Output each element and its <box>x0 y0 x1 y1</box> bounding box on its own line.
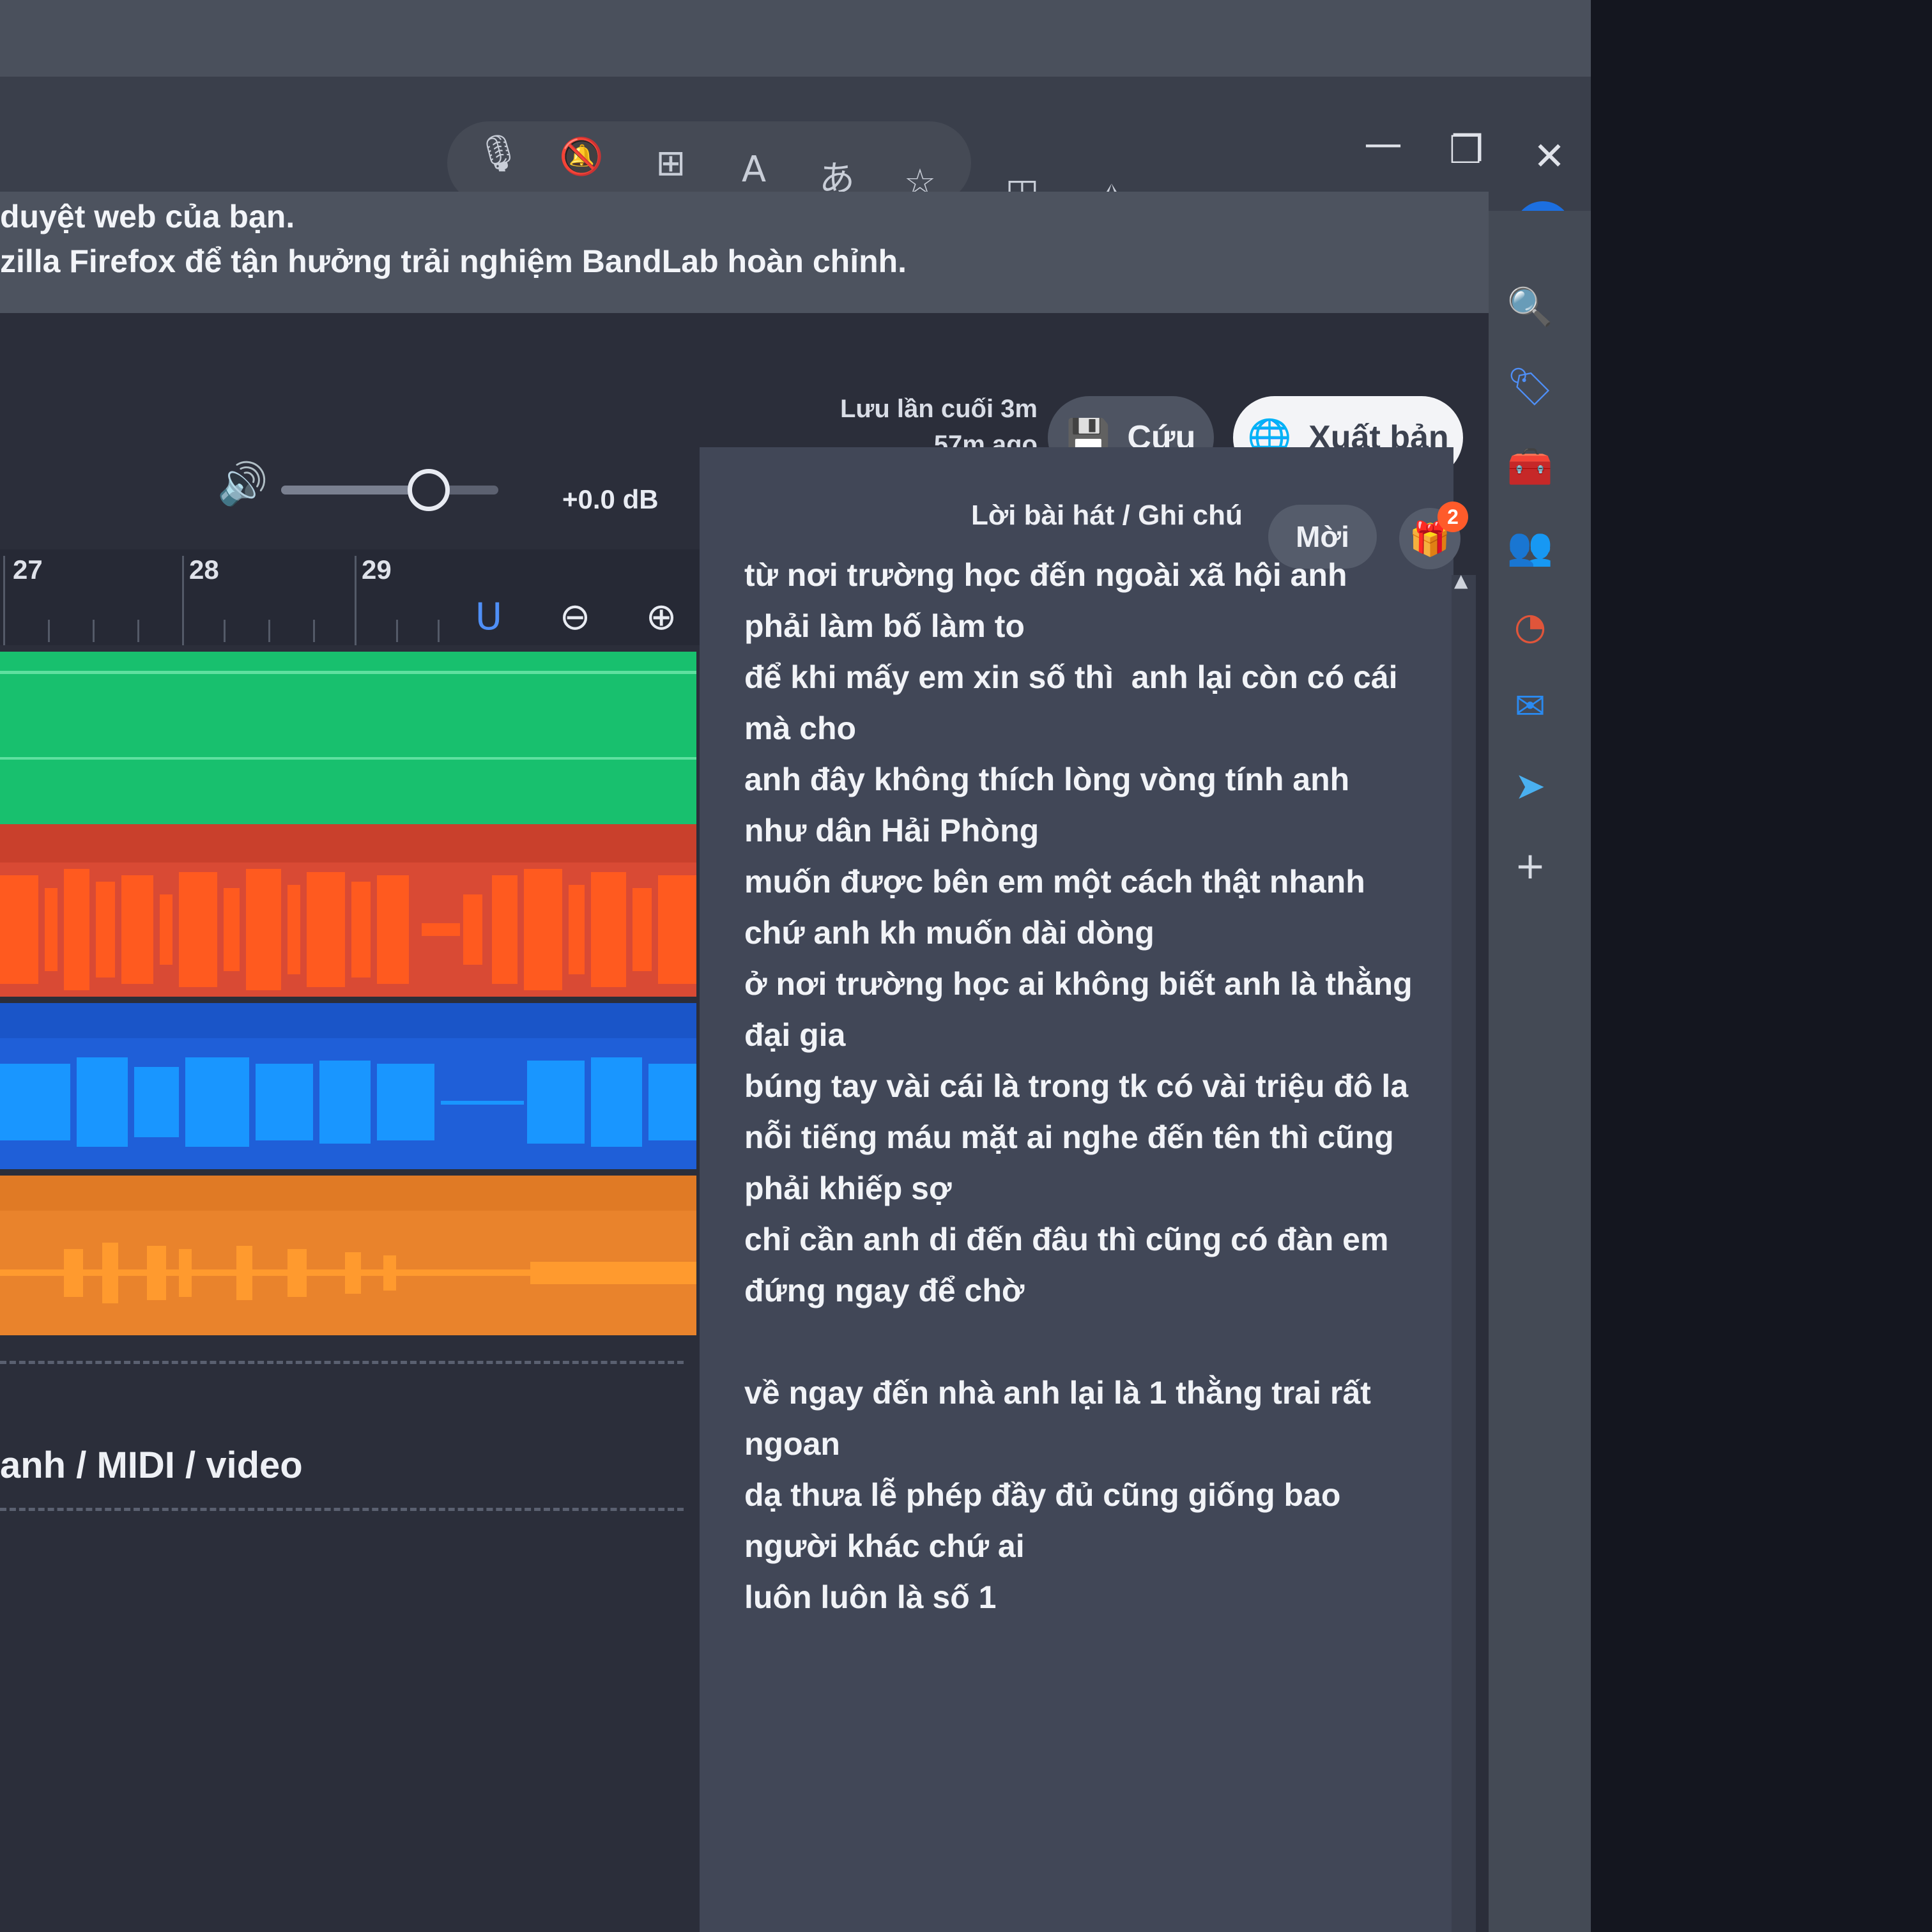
lyric-line: để khi mấy em xin số thì anh lại còn có … <box>744 659 1398 695</box>
lyric-line: phải làm bố làm to <box>744 608 1025 644</box>
orange-track[interactable] <box>0 1176 696 1335</box>
ruler-tick <box>48 620 50 642</box>
zoom-in-icon[interactable]: ⊕ <box>629 585 693 648</box>
outlook-icon[interactable]: ✉ <box>1498 674 1562 738</box>
lyric-line: chứ anh kh muốn dài dòng <box>744 915 1154 951</box>
blue-track[interactable] <box>0 1003 696 1169</box>
green-track-header-line <box>0 671 696 674</box>
red-track-waveform <box>0 869 696 990</box>
green-track[interactable] <box>0 652 696 824</box>
lyric-line: về ngay đến nhà anh lại là 1 thằng trai … <box>744 1375 1371 1411</box>
ruler-tick <box>93 620 95 642</box>
ruler-bar-line <box>3 556 5 645</box>
lyric-line: chỉ cần anh di đến đâu thì cũng có đàn e… <box>744 1222 1389 1257</box>
minimize-button[interactable]: — <box>1354 115 1412 172</box>
tools-icon[interactable]: 🧰 <box>1498 434 1562 498</box>
search-icon[interactable]: 🔍 <box>1498 275 1562 339</box>
people-icon[interactable]: 👥 <box>1498 514 1562 578</box>
drop-zone-label[interactable]: anh / MIDI / video <box>0 1444 303 1487</box>
last-saved-line-1: Lưu lần cuối 3m <box>839 395 1038 423</box>
office-icon[interactable]: ◔ <box>1498 594 1562 658</box>
zoom-out-icon[interactable]: ⊖ <box>543 585 607 648</box>
lyric-line: ngoan <box>744 1426 840 1462</box>
read-aloud-icon[interactable]: A <box>728 144 779 195</box>
drop-zone-border-top <box>0 1361 684 1364</box>
ruler-tick <box>268 620 270 642</box>
orange-track-waveform <box>0 1243 696 1303</box>
scroll-up-arrow-icon[interactable]: ▲ <box>1454 570 1468 591</box>
lyrics-panel-title: Lời bài hát / Ghi chú <box>971 500 1243 531</box>
orange-track-header <box>0 1176 696 1211</box>
lyric-line: anh đây không thích lòng vòng tính anh <box>744 762 1350 797</box>
lyric-line: như dân Hải Phòng <box>744 813 1039 848</box>
ruler-label-28: 28 <box>189 555 219 585</box>
blue-track-header <box>0 1003 696 1038</box>
lyric-line: người khác chứ ai <box>744 1528 1025 1564</box>
microphone-icon[interactable]: 🎙 <box>473 128 524 179</box>
drop-zone-border-bottom <box>0 1508 684 1511</box>
speaker-icon[interactable]: 🔊 <box>217 460 268 508</box>
ruler-tick <box>224 620 226 642</box>
lyric-line: luôn luôn là số 1 <box>744 1579 997 1615</box>
ruler-tick <box>438 620 440 642</box>
lyric-line <box>744 1316 1415 1367</box>
ruler-bar-line <box>355 556 356 645</box>
lyric-line: đại gia <box>744 1017 846 1053</box>
tag-icon[interactable]: 🏷 <box>1498 355 1562 418</box>
ruler-tick <box>137 620 139 642</box>
green-track-waveform-flat <box>0 757 696 760</box>
app-grid-icon[interactable]: ⊞ <box>645 137 696 188</box>
lyric-line: muốn được bên em một cách thật nhanh <box>744 864 1365 900</box>
gift-badge: 2 <box>1438 502 1468 532</box>
lyric-line: mà cho <box>744 710 857 746</box>
banner-line-1: duyệt web của bạn. <box>0 199 295 234</box>
lyric-line: đứng ngay để chờ <box>744 1273 1025 1308</box>
volume-db-readout: +0.0 dB <box>562 484 659 514</box>
blue-track-waveform <box>0 1057 696 1147</box>
lyric-line: phải khiếp sợ <box>744 1170 952 1206</box>
close-button[interactable]: ✕ <box>1521 128 1578 185</box>
ruler-bar-line <box>182 556 184 645</box>
lyrics-scrollbar[interactable] <box>1452 575 1476 1932</box>
add-icon[interactable]: + <box>1498 834 1562 898</box>
restore-button[interactable]: ❐ <box>1438 121 1495 179</box>
banner-line-2: zilla Firefox để tận hưởng trải nghiệm B… <box>0 243 907 279</box>
snap-magnet-icon[interactable]: U <box>457 585 521 648</box>
send-icon[interactable]: ➤ <box>1498 754 1562 818</box>
red-track[interactable] <box>0 824 696 997</box>
ruler-tick <box>313 620 315 642</box>
lyric-line: từ nơi trường học đến ngoài xã hội anh <box>744 557 1347 593</box>
red-track-header <box>0 824 696 862</box>
lyric-line: ở nơi trường học ai không biết anh là th… <box>744 966 1413 1002</box>
bell-off-icon[interactable]: 🔕 <box>556 131 607 182</box>
ruler-label-27: 27 <box>13 555 43 585</box>
lyric-line: nỗi tiếng máu mặt ai nghe đến tên thì cũ… <box>744 1119 1394 1155</box>
volume-slider-knob[interactable] <box>408 469 450 511</box>
browser-title-strip <box>0 0 1591 77</box>
lyrics-text-area[interactable]: từ nơi trường học đến ngoài xã hội anh p… <box>744 549 1415 1623</box>
volume-slider-fill <box>281 486 429 494</box>
lyric-line: búng tay vài cái là trong tk có vài triệ… <box>744 1068 1409 1104</box>
ruler-label-29: 29 <box>362 555 392 585</box>
lyric-line: dạ thưa lễ phép đầy đủ cũng giống bao <box>744 1477 1341 1513</box>
ruler-tick <box>396 620 398 642</box>
